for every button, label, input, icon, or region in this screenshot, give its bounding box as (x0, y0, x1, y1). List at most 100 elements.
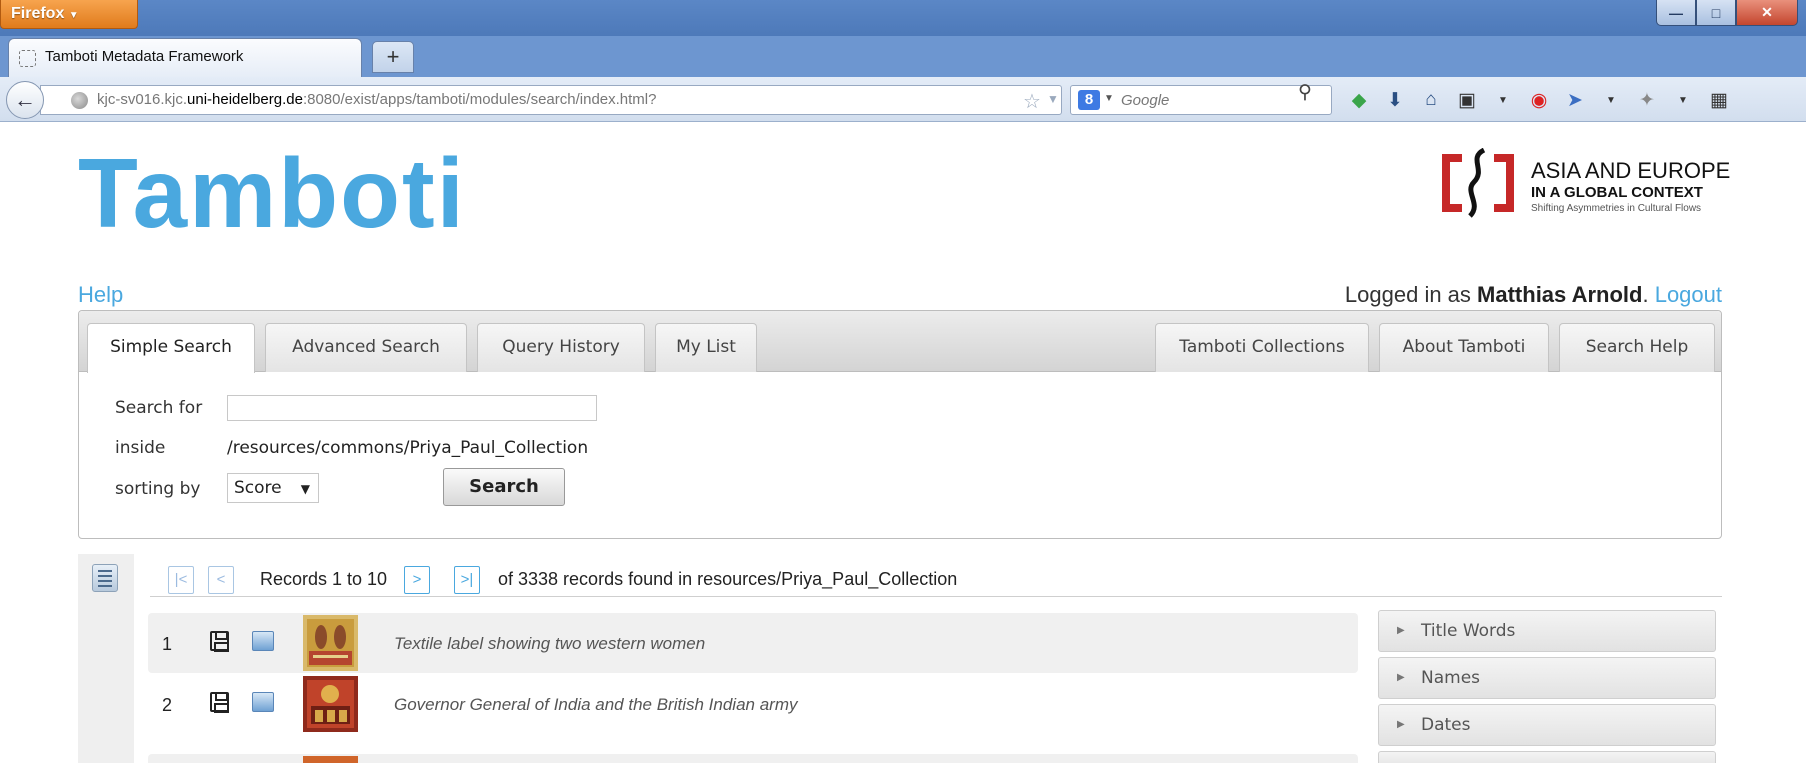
sort-select[interactable]: Score ▼ (227, 473, 319, 503)
facet-collapsed[interactable] (1378, 751, 1716, 763)
navigation-toolbar: kjc-sv016.kjc.uni-heidelberg.de:8080/exi… (0, 77, 1806, 122)
addon-diamond-icon[interactable]: ◆ (1346, 87, 1372, 113)
result-row[interactable]: 1 Textile label showing two western wome… (148, 613, 1358, 673)
maximize-button[interactable]: □ (1696, 0, 1736, 26)
result-number: 1 (162, 634, 173, 654)
dropdown-icon[interactable]: ▼ (1670, 87, 1696, 113)
last-page-button[interactable]: >| (454, 566, 480, 594)
logout-link[interactable]: Logout (1655, 282, 1722, 307)
url-host: uni-heidelberg.de (187, 91, 303, 108)
web-search-placeholder: Google (1121, 92, 1170, 109)
addon-pin-icon[interactable]: ✦ (1634, 87, 1660, 113)
addon-red-icon[interactable]: ◉ (1526, 87, 1552, 113)
result-title[interactable]: Textile label showing two western women (394, 634, 705, 654)
download-icon[interactable]: ⬇ (1382, 87, 1408, 113)
tab-advanced-search[interactable]: Advanced Search (265, 323, 467, 372)
facet-label: Names (1421, 668, 1481, 688)
result-number: 2 (162, 695, 173, 715)
search-icon[interactable]: ⚲ (1298, 81, 1312, 104)
partner-title: ASIA AND EUROPE (1531, 158, 1731, 183)
search-tabbar: Simple Search Advanced Search Query Hist… (79, 311, 1721, 373)
left-rail (78, 554, 134, 763)
inside-label: inside (115, 438, 166, 458)
tab-search-help[interactable]: Search Help (1559, 323, 1715, 372)
divider (150, 596, 1722, 597)
window-titlebar: Firefox ▼ — □ ✕ (0, 0, 1806, 36)
facet-label: Title Words (1421, 621, 1516, 641)
addon-bird-icon[interactable]: ➤ (1562, 87, 1588, 113)
logged-in-label: Logged in as (1344, 282, 1471, 307)
save-icon[interactable] (210, 631, 229, 652)
search-for-label: Search for (115, 398, 203, 418)
records-range: Records 1 to 10 (260, 569, 388, 589)
close-window-button[interactable]: ✕ (1736, 0, 1798, 26)
partner-tagline: Shifting Asymmetries in Cultural Flows (1531, 203, 1702, 214)
list-view-icon[interactable] (92, 564, 118, 592)
login-status: Logged in as Matthias Arnold. Logout (1344, 282, 1722, 307)
expand-arrow-icon: ▶ (1397, 625, 1405, 636)
tab-about-tamboti[interactable]: About Tamboti (1379, 323, 1549, 372)
expand-arrow-icon: ▶ (1397, 672, 1405, 683)
facet-dates[interactable]: ▶ Dates (1378, 704, 1716, 746)
result-row[interactable] (148, 754, 1358, 763)
toolbar-icons: ◆ ⬇ ⌂ ▣ ▼ ◉ ➤ ▼ ✦ ▼ ▦ (1346, 87, 1732, 113)
browser-tab[interactable]: Tamboti Metadata Framework (8, 38, 362, 77)
search-input[interactable] (227, 395, 597, 421)
url-prefix: kjc-sv016.kjc. (97, 91, 188, 108)
first-page-button[interactable]: |< (168, 566, 194, 594)
next-page-button[interactable]: > (404, 566, 430, 594)
screenshot-icon[interactable]: ▣ (1454, 87, 1480, 113)
partner-subtitle: IN A GLOBAL CONTEXT (1531, 184, 1703, 201)
bookmark-star-icon[interactable]: ☆ (1023, 89, 1041, 114)
facet-names[interactable]: ▶ Names (1378, 657, 1716, 699)
google-icon: 8 (1078, 90, 1100, 110)
chevron-down-icon: ▼ (300, 482, 310, 496)
result-row[interactable]: 2 Governor General of India and the Brit… (148, 674, 1358, 734)
image-type-icon (252, 692, 274, 712)
result-title[interactable]: Governor General of India and the Britis… (394, 695, 798, 715)
tab-tamboti-collections[interactable]: Tamboti Collections (1155, 323, 1369, 372)
records-found: of 3338 records found in resources/Priya… (498, 569, 958, 589)
page-icon (19, 50, 36, 67)
dropdown-icon[interactable]: ▼ (1490, 87, 1516, 113)
dropdown-icon[interactable]: ▼ (1598, 87, 1624, 113)
user-name: Matthias Arnold (1477, 282, 1643, 307)
history-dropdown-icon[interactable]: ▼ (1047, 92, 1059, 106)
image-type-icon (252, 631, 274, 651)
cluster-logo-icon (1442, 148, 1514, 218)
facet-title-words[interactable]: ▶ Title Words (1378, 610, 1716, 652)
firefox-menu-button[interactable]: Firefox ▼ (0, 0, 138, 29)
firefox-menu-label: Firefox (11, 5, 65, 22)
record-thumbnail[interactable] (303, 676, 358, 732)
pagination-bar: |< < Records 1 to 10 > >| of 3338 record… (168, 554, 1728, 602)
sorting-label: sorting by (115, 479, 201, 499)
partner-logo[interactable]: ASIA AND EUROPE IN A GLOBAL CONTEXT Shif… (1438, 148, 1731, 218)
engine-dropdown-icon[interactable]: ▼ (1104, 93, 1114, 104)
tab-query-history[interactable]: Query History (477, 323, 645, 372)
browser-tab-title: Tamboti Metadata Framework (45, 48, 244, 65)
url-bar[interactable]: kjc-sv016.kjc.uni-heidelberg.de:8080/exi… (40, 85, 1087, 115)
collection-path: /resources/commons/Priya_Paul_Collection (227, 438, 589, 458)
new-tab-button[interactable]: + (372, 41, 414, 73)
tab-my-list[interactable]: My List (655, 323, 757, 372)
addon-box-icon[interactable]: ▦ (1706, 87, 1732, 113)
tab-simple-search[interactable]: Simple Search (87, 323, 255, 373)
record-thumbnail[interactable] (303, 756, 358, 763)
page-content: Tamboti ASIA AND EUROPE IN A GLOBAL CONT… (0, 122, 1806, 763)
save-icon[interactable] (210, 692, 229, 713)
help-link[interactable]: Help (78, 282, 123, 308)
sort-select-value: Score (234, 478, 282, 498)
web-search-input[interactable]: 8 ▼ Google (1070, 85, 1332, 115)
record-thumbnail[interactable] (303, 615, 358, 671)
previous-page-button[interactable]: < (208, 566, 234, 594)
facet-label: Dates (1421, 715, 1471, 735)
window-controls: — □ ✕ (1656, 0, 1798, 28)
chevron-down-icon: ▼ (68, 10, 79, 21)
url-path: :8080/exist/apps/tamboti/modules/search/… (302, 91, 657, 108)
back-button[interactable]: ← (6, 81, 44, 119)
home-icon[interactable]: ⌂ (1418, 87, 1444, 113)
minimize-button[interactable]: — (1656, 0, 1696, 26)
tamboti-logo[interactable]: Tamboti (78, 144, 466, 242)
expand-arrow-icon: ▶ (1397, 719, 1405, 730)
search-button[interactable]: Search (443, 468, 565, 506)
